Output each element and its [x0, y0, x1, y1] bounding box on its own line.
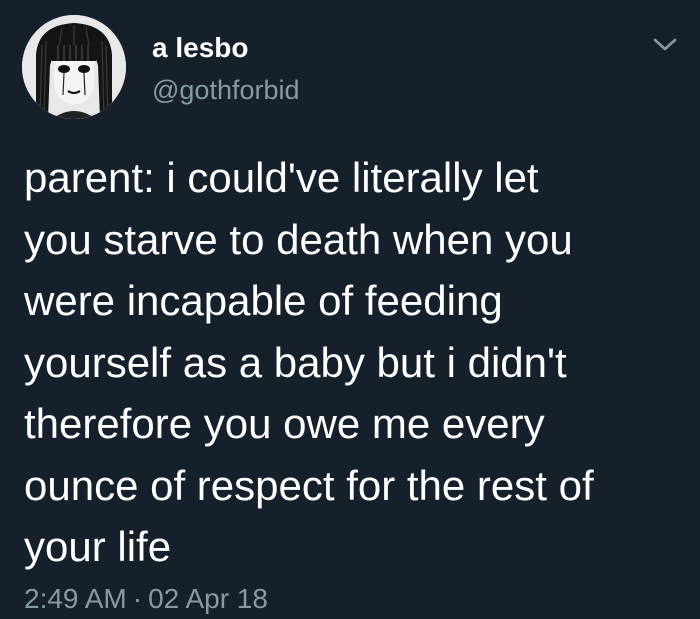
tweet-time: 2:49 AM — [24, 583, 127, 614]
tweet-date: 02 Apr 18 — [148, 583, 268, 614]
tweet-text-line: ounce of respect for the rest of — [24, 461, 594, 509]
tweet-timestamp[interactable]: 2:49 AM · 02 Apr 18 — [24, 583, 268, 615]
tweet-text-line: were incapable of feeding — [24, 277, 503, 324]
tweet-card: a lesbo @gothforbid parent: i could've l… — [0, 0, 700, 619]
tweet-text: parent: i could've literally let you sta… — [24, 147, 684, 578]
avatar[interactable] — [22, 15, 126, 119]
tweet-text-line: parent: i could've literally let — [24, 154, 539, 201]
user-handle[interactable]: @gothforbid — [152, 75, 300, 106]
tweet-text-line: yourself as a baby but i didn't — [24, 338, 567, 386]
display-name[interactable]: a lesbo — [152, 32, 248, 64]
chevron-down-icon[interactable] — [650, 30, 680, 60]
tweet-text-line: your life — [24, 523, 172, 570]
tweet-text-line: you starve to death when you — [24, 215, 573, 263]
tweet-text-line: therefore you owe me every — [24, 400, 545, 447]
meta-separator: · — [132, 583, 143, 614]
avatar-image-icon — [22, 15, 126, 119]
